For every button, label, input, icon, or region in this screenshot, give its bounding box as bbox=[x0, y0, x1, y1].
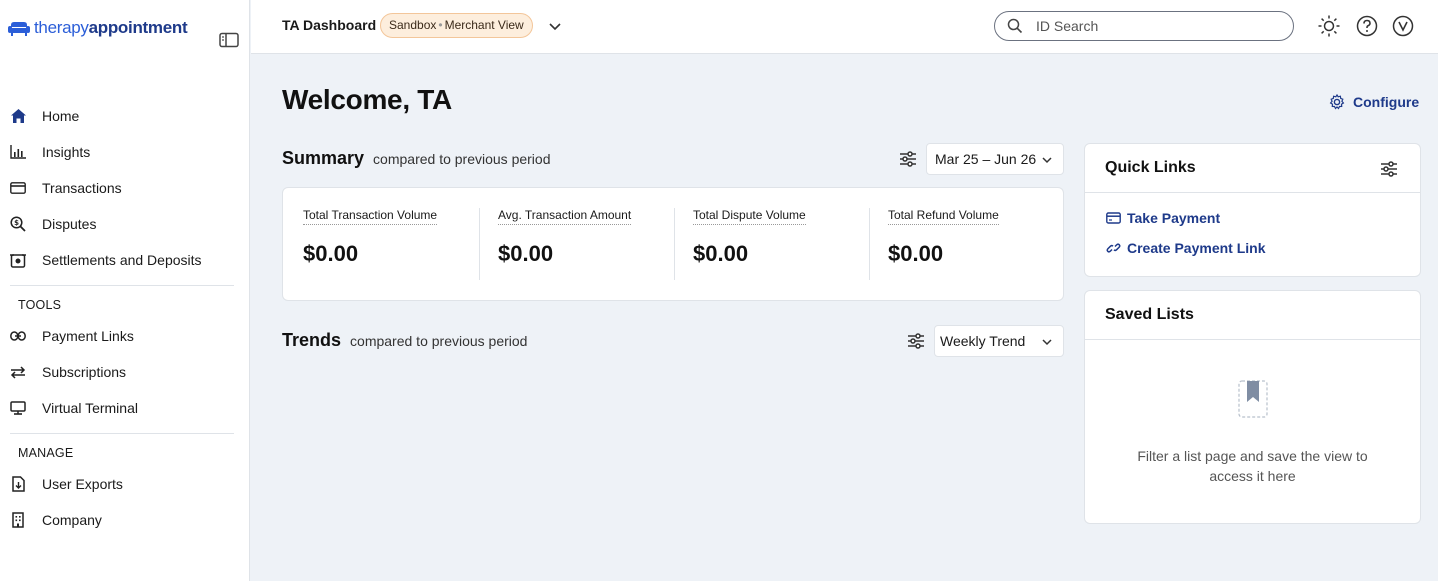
take-payment-label: Take Payment bbox=[1127, 210, 1221, 226]
repeat-icon bbox=[10, 364, 26, 380]
sun-icon[interactable] bbox=[1318, 15, 1340, 37]
saved-lists-card: Saved Lists Filter a list page and save … bbox=[1084, 290, 1421, 524]
trends-title: Trends bbox=[282, 330, 342, 350]
take-payment-link[interactable]: Take Payment bbox=[1085, 203, 1420, 233]
gear-icon bbox=[1329, 94, 1345, 110]
sidebar-item-user-exports[interactable]: User Exports bbox=[0, 466, 250, 502]
sidebar-item-label: Transactions bbox=[42, 180, 122, 196]
metric-label[interactable]: Avg. Transaction Amount bbox=[498, 208, 632, 225]
svg-text:$: $ bbox=[14, 219, 19, 227]
user-avatar-icon[interactable] bbox=[1392, 15, 1414, 37]
sidebar-section-manage: MANAGE bbox=[18, 446, 74, 460]
trend-period-select[interactable]: Weekly Trend bbox=[934, 325, 1064, 357]
sidebar-item-transactions[interactable]: Transactions bbox=[0, 170, 250, 206]
brand-logo[interactable]: therapyappointment bbox=[8, 18, 188, 38]
page-title: Welcome, TA bbox=[282, 84, 452, 115]
home-icon bbox=[10, 108, 26, 124]
configure-button[interactable]: Configure bbox=[1329, 94, 1419, 110]
sidebar: therapyappointment Home Insights Transac… bbox=[0, 0, 250, 581]
brand-text-bold: appointment bbox=[88, 18, 188, 37]
sidebar-item-label: Settlements and Deposits bbox=[42, 252, 202, 268]
link-icon bbox=[1106, 243, 1121, 253]
sidebar-item-label: Subscriptions bbox=[42, 364, 127, 380]
chevron-down-icon bbox=[1042, 339, 1052, 346]
quick-links-card: Quick Links Take Payment Create Payment … bbox=[1084, 143, 1421, 277]
badge-env: Sandbox bbox=[389, 18, 437, 32]
summary-card: Total Transaction Volume $0.00 Avg. Tran… bbox=[282, 187, 1064, 301]
quick-links-title: Quick Links bbox=[1105, 159, 1196, 176]
sidebar-item-label: Virtual Terminal bbox=[42, 400, 138, 416]
metric-divider bbox=[674, 208, 675, 280]
metric-value: $0.00 bbox=[888, 241, 944, 266]
summary-title: Summary bbox=[282, 148, 365, 168]
configure-label: Configure bbox=[1353, 94, 1420, 110]
metric-divider bbox=[869, 208, 870, 280]
sidebar-item-label: Home bbox=[42, 108, 80, 124]
building-icon bbox=[10, 512, 26, 528]
badge-separator: • bbox=[438, 18, 443, 32]
sidebar-nav: Home Insights Transactions $ Disputes Se… bbox=[0, 98, 250, 538]
link-icon bbox=[10, 328, 26, 344]
sidebar-item-home[interactable]: Home bbox=[0, 98, 250, 134]
id-search-input[interactable] bbox=[1036, 18, 1276, 34]
sidebar-item-label: Payment Links bbox=[42, 328, 134, 344]
trend-period-value: Weekly Trend bbox=[940, 333, 1026, 349]
date-range-select[interactable]: Mar 25 – Jun 26 bbox=[926, 143, 1064, 175]
settings-sliders-icon[interactable] bbox=[1380, 161, 1398, 177]
sidebar-item-label: Insights bbox=[42, 144, 91, 160]
summary-subtitle: compared to previous period bbox=[373, 151, 551, 167]
sidebar-item-disputes[interactable]: $ Disputes bbox=[0, 206, 250, 242]
chart-icon bbox=[10, 144, 26, 160]
sidebar-item-label: Company bbox=[42, 512, 102, 528]
top-bar: TA Dashboard Sandbox • Merchant View bbox=[251, 0, 1438, 54]
sidebar-item-payment-links[interactable]: Payment Links bbox=[0, 318, 250, 354]
metric-label[interactable]: Total Transaction Volume bbox=[303, 208, 438, 225]
metric-label[interactable]: Total Refund Volume bbox=[888, 208, 999, 225]
metric-value: $0.00 bbox=[693, 241, 749, 266]
export-icon bbox=[10, 476, 26, 492]
sidebar-item-virtual-terminal[interactable]: Virtual Terminal bbox=[0, 390, 250, 426]
sidebar-item-label: Disputes bbox=[42, 216, 97, 232]
id-search-box[interactable] bbox=[994, 11, 1294, 41]
create-payment-link-link[interactable]: Create Payment Link bbox=[1085, 233, 1420, 263]
sofa-icon bbox=[8, 22, 30, 36]
dashboard-title: TA Dashboard bbox=[282, 17, 377, 33]
search-dispute-icon: $ bbox=[10, 216, 26, 232]
quick-links-header: Quick Links bbox=[1085, 144, 1420, 193]
saved-lists-title: Saved Lists bbox=[1105, 306, 1194, 323]
metric-label[interactable]: Total Dispute Volume bbox=[693, 208, 806, 225]
metric-value: $0.00 bbox=[498, 241, 554, 266]
bookmark-icon bbox=[1237, 380, 1268, 418]
sidebar-item-insights[interactable]: Insights bbox=[0, 134, 250, 170]
search-icon bbox=[1007, 18, 1023, 34]
chevron-down-icon[interactable] bbox=[548, 19, 562, 33]
saved-lists-empty-state: Filter a list page and save the view to … bbox=[1085, 340, 1420, 486]
date-range-value: Mar 25 – Jun 26 bbox=[935, 151, 1037, 167]
summary-filter-icon[interactable] bbox=[899, 151, 917, 167]
chevron-down-icon bbox=[1042, 157, 1052, 164]
brand-text-light: therapy bbox=[34, 18, 89, 37]
sidebar-item-company[interactable]: Company bbox=[0, 502, 250, 538]
deposit-icon bbox=[10, 252, 26, 268]
sidebar-section-tools: TOOLS bbox=[18, 298, 62, 312]
summary-header: Summary compared to previous period bbox=[282, 148, 550, 169]
trends-header: Trends compared to previous period bbox=[282, 330, 527, 351]
metric-value: $0.00 bbox=[303, 241, 359, 266]
trends-filter-icon[interactable] bbox=[907, 333, 925, 349]
badge-view: Merchant View bbox=[444, 18, 524, 32]
saved-lists-empty-text: Filter a list page and save the view to … bbox=[1137, 448, 1368, 484]
terminal-icon bbox=[10, 400, 26, 416]
card-icon bbox=[1106, 212, 1121, 224]
environment-badge: Sandbox • Merchant View bbox=[380, 13, 533, 38]
card-icon bbox=[10, 180, 26, 196]
saved-lists-header: Saved Lists bbox=[1085, 291, 1420, 340]
sidebar-item-subscriptions[interactable]: Subscriptions bbox=[0, 354, 250, 390]
sidebar-collapse-icon[interactable] bbox=[219, 32, 239, 48]
sidebar-item-label: User Exports bbox=[42, 476, 123, 492]
sidebar-item-settlements[interactable]: Settlements and Deposits bbox=[0, 242, 250, 278]
create-payment-link-label: Create Payment Link bbox=[1127, 240, 1266, 256]
trends-subtitle: compared to previous period bbox=[350, 333, 528, 349]
metric-divider bbox=[479, 208, 480, 280]
help-icon[interactable] bbox=[1356, 15, 1378, 37]
